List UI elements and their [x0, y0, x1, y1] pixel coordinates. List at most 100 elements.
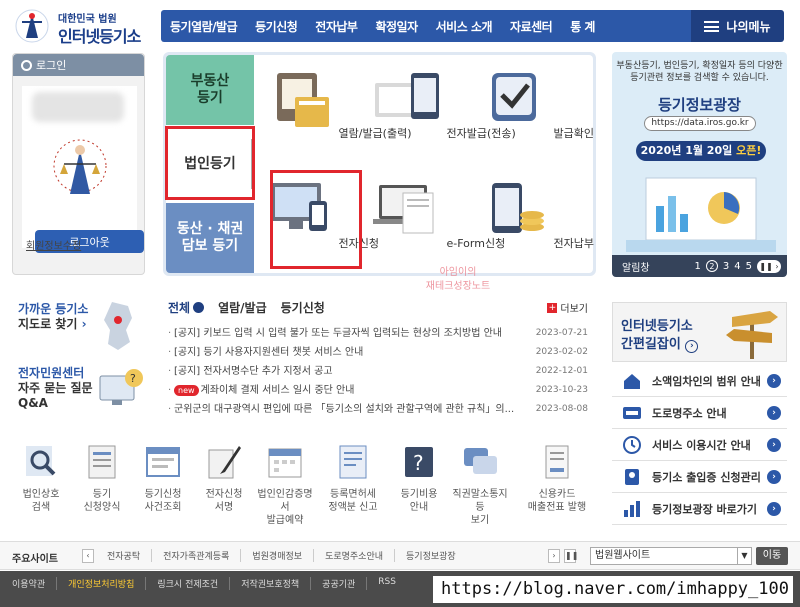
site-logo[interactable]: 대한민국 법원 인터넷등기소 — [14, 6, 154, 46]
magnifier-icon — [26, 446, 56, 476]
quick-forms[interactable]: 등기 신청양식 — [71, 444, 133, 514]
notice-date: 2023-07-21 — [535, 328, 588, 338]
civil-center-line3: Q&A — [18, 396, 48, 410]
new-badge: new — [174, 385, 199, 396]
plus-icon: + — [547, 302, 558, 313]
notice-item[interactable]: new계좌이체 결제 서비스 일시 중단 안내 2023-10-23 — [168, 381, 588, 400]
tab-movable-assets[interactable]: 동산 · 채권 담보 등기 — [166, 203, 254, 273]
easy-guide-banner[interactable]: 인터넷등기소 간편길잡이 › — [612, 302, 787, 362]
nav-item-view-issue[interactable]: 등기열람/발급 — [161, 18, 246, 35]
quick-fee-guide[interactable]: ? 등기비용 안내 — [388, 444, 450, 514]
quick-corp-name-search[interactable]: 법인상호검색 — [10, 444, 72, 514]
nav-item-statistics[interactable]: 통 계 — [561, 18, 604, 35]
service-item-verify[interactable]: 발급확인 — [480, 69, 594, 141]
quick-card-receipt[interactable]: 신용카드 매출전표 발행 — [526, 444, 588, 514]
notice-item[interactable]: [공지] 키보드 입력 시 입력 불가 또는 두글자씩 입력되는 현상의 조치방… — [168, 324, 588, 343]
promo-banner[interactable]: 부동산등기, 법인등기, 확정일자 등의 다양한 등기관련 정보를 검색할 수 … — [612, 52, 787, 277]
quick-seal-reservation[interactable]: 법인인감증명서 발급예약 — [254, 444, 316, 527]
footer-rss-link[interactable]: RSS — [366, 577, 407, 590]
site-link[interactable]: 법원경매정보 — [240, 549, 313, 562]
nav-item-resources[interactable]: 자료센터 — [501, 18, 561, 35]
page-4[interactable]: 4 — [734, 261, 740, 272]
my-menu-button[interactable]: 나의메뉴 — [691, 10, 784, 42]
service-item-eform[interactable]: e-Form신청 — [373, 179, 505, 251]
banner-footer: 알림창 1 2 3 4 5 ❚❚ › — [612, 255, 787, 277]
nav-item-payment[interactable]: 전자납부 — [306, 18, 366, 35]
tab-movable-assets-label: 동산 · 채권 담보 등기 — [176, 221, 244, 254]
data-square-illustration — [626, 177, 776, 252]
guide-line1: 인터넷등기소 — [621, 319, 693, 334]
link-data-square[interactable]: 등기정보광장 바로가기 › — [612, 493, 787, 525]
page-5[interactable]: 5 — [746, 261, 752, 272]
service-item-e-pay[interactable]: 전자납부 — [480, 179, 594, 251]
quick-license-tax[interactable]: 등록면허세 정액분 신고 — [322, 444, 384, 514]
korea-map-icon — [104, 302, 132, 350]
tab-real-estate[interactable]: 부동산 등기 — [166, 55, 254, 125]
notice-list: [공지] 키보드 입력 시 입력 불가 또는 두글자씩 입력되는 현상의 조치방… — [168, 324, 588, 419]
chart-icon — [622, 500, 642, 518]
notice-item[interactable]: [공지] 등기 사용자지원센터 챗봇 서비스 안내 2023-02-02 — [168, 343, 588, 362]
site-link[interactable]: 등기정보광장 — [394, 549, 467, 562]
page-2-active[interactable]: 2 — [705, 260, 718, 272]
page-1[interactable]: 1 — [695, 261, 701, 272]
sites-pause-button[interactable]: ❚❚ — [564, 549, 578, 563]
chevron-down-icon: ▼ — [737, 548, 751, 564]
link-access-pass[interactable]: 등기소 출입증 신청관리 › — [612, 461, 787, 493]
page-3[interactable]: 3 — [723, 261, 729, 272]
site-link[interactable]: 도로명주소안내 — [313, 549, 394, 562]
find-office-line2: 지도로 찾기 › — [18, 317, 87, 331]
notice-text: 군위군의 대구광역시 편입에 따른 「등기소의 설치와 관할구역에 관한 규칙」… — [174, 404, 515, 415]
quick-label-2: 검색 — [31, 502, 51, 513]
find-office-link[interactable]: 가까운 등기소 지도로 찾기 › — [18, 302, 88, 332]
civil-center-line2: 자주 묻는 질문 — [18, 381, 93, 395]
quick-label-1: 직권말소통지등 — [452, 489, 508, 513]
related-sites-label: 주요사이트 — [12, 554, 58, 565]
phone-coins-icon — [492, 183, 544, 233]
quick-cancellation-notice[interactable]: 직권말소통지등 보기 — [449, 444, 511, 527]
court-sites-select[interactable]: 법원웹사이트 ▼ — [590, 547, 752, 565]
link-road-address[interactable]: 도로명주소 안내 › — [612, 397, 787, 429]
link-small-tenant[interactable]: 소액임차인의 범위 안내 › — [612, 365, 787, 397]
quick-case-lookup[interactable]: 등기신청 사건조회 — [132, 444, 194, 514]
edit-profile-link[interactable]: 회원정보수정 — [26, 237, 81, 252]
power-icon — [21, 59, 32, 71]
quick-label-1: 법인상호 — [22, 489, 60, 500]
notice-item[interactable]: [공지] 전자서명수단 추가 지정서 공고 2022-12-01 — [168, 362, 588, 381]
pause-button[interactable]: ❚❚ › — [757, 259, 781, 273]
notice-tab-view[interactable]: 열람/발급 — [218, 299, 267, 316]
guide-line2-text: 간편길잡이 — [621, 337, 681, 352]
road-sign-icon — [622, 404, 642, 422]
question-book-icon: ? — [405, 447, 433, 477]
more-button[interactable]: + 더보기 — [547, 300, 588, 315]
site-link[interactable]: 전자가족관계등록 — [151, 549, 240, 562]
nav-item-apply[interactable]: 등기신청 — [246, 18, 306, 35]
service-item-e-issue[interactable]: 전자발급(전송) — [373, 69, 516, 141]
service-item-view-print[interactable]: 열람/발급(출력) — [265, 69, 412, 141]
quick-e-sign[interactable]: 전자신청 서명 — [193, 444, 255, 514]
arrow-right-icon: › — [767, 502, 781, 516]
notice-date: 2023-02-02 — [535, 347, 588, 357]
nav-item-fixed-date[interactable]: 확정일자 — [366, 18, 426, 35]
footer-terms-link[interactable]: 이용약관 — [12, 577, 56, 590]
footer-copyright-link[interactable]: 저작권보호정책 — [229, 577, 310, 590]
notice-date: 2022-12-01 — [535, 366, 588, 376]
sites-next-button[interactable]: › — [548, 549, 560, 563]
go-button[interactable]: 이동 — [756, 547, 788, 565]
link-service-hours[interactable]: 서비스 이용시간 안내 › — [612, 429, 787, 461]
footer-public-link[interactable]: 공공기관 — [310, 577, 366, 590]
site-link[interactable]: 전자공탁 — [96, 549, 151, 562]
link-label: 등기소 출입증 신청관리 — [652, 470, 761, 484]
footer-link-policy[interactable]: 링크시 전제조건 — [145, 577, 229, 590]
sites-prev-button[interactable]: ‹ — [82, 549, 94, 563]
civil-center-link[interactable]: 전자민원센터 자주 묻는 질문 Q&A — [18, 366, 93, 411]
footer-privacy-link[interactable]: 개인정보처리방침 — [56, 577, 145, 590]
nav-item-service-intro[interactable]: 서비스 소개 — [427, 18, 501, 35]
notice-item[interactable]: 군위군의 대구광역시 편입에 따른 「등기소의 설치와 관할구역에 관한 규칙」… — [168, 400, 588, 419]
notice-board: 전체 열람/발급 등기신청 +더보기 [공지] 키보드 입력 시 입력 불가 또… — [168, 299, 588, 419]
check-badge-icon — [492, 73, 536, 121]
notice-tab-all[interactable]: 전체 — [168, 299, 205, 316]
notice-tab-apply[interactable]: 등기신청 — [281, 299, 325, 316]
quick-label-1: 전자신청 — [205, 489, 243, 500]
my-menu-label: 나의메뉴 — [726, 19, 771, 34]
receipt-icon — [339, 445, 367, 479]
